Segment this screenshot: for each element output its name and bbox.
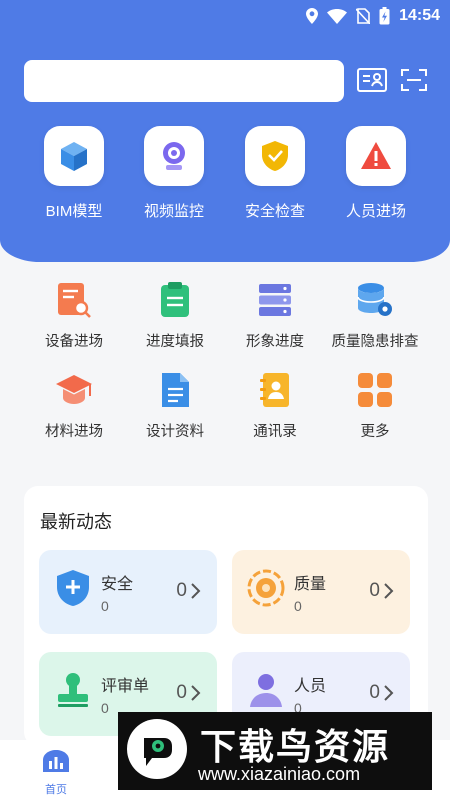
location-icon — [306, 8, 319, 24]
function-label: 设计资料 — [146, 424, 204, 440]
stat-count: 0 — [101, 598, 109, 614]
chevron-right-icon — [384, 685, 394, 701]
quick-icon-bg — [44, 126, 104, 186]
quick-actions: BIM模型 视频监控 安全检查 人员进场 — [0, 126, 450, 226]
cube-icon — [61, 142, 87, 171]
quick-action-label: BIM模型 — [45, 203, 103, 220]
status-bar: 14:54 — [0, 0, 450, 34]
function-label: 材料进场 — [45, 424, 103, 440]
search-input[interactable] — [24, 60, 344, 102]
quick-action-label: 安全检查 — [244, 203, 305, 220]
function-image-progress[interactable]: 形象进度 — [220, 280, 330, 351]
battery-charging-icon — [379, 7, 390, 25]
stat-name: 质量 — [294, 576, 327, 593]
function-label: 通讯录 — [253, 424, 297, 440]
wifi-icon — [327, 8, 348, 24]
quick-action-personnel-entry[interactable]: 人员进场 — [326, 126, 426, 221]
graduation-cap-icon — [56, 375, 92, 404]
function-design-docs[interactable]: 设计资料 — [120, 370, 230, 441]
database-gear-icon — [357, 283, 392, 316]
function-progress-report[interactable]: 进度填报 — [120, 280, 230, 351]
server-icon — [259, 284, 291, 316]
chevron-right-icon — [191, 685, 201, 701]
function-label: 设备进场 — [45, 334, 103, 350]
more-grid-icon — [358, 373, 392, 407]
id-card-icon[interactable] — [354, 62, 390, 98]
function-label: 进度填报 — [146, 334, 204, 350]
quick-icon-bg — [144, 126, 204, 186]
stat-name: 安全 — [101, 576, 134, 593]
watermark-logo-icon — [127, 719, 187, 779]
equipment-doc-icon — [58, 283, 91, 318]
watermark-banner: 下载鸟资源 www.xiazainiao.com — [118, 712, 432, 790]
function-material-entry[interactable]: 材料进场 — [19, 370, 129, 441]
scan-icon[interactable] — [396, 62, 432, 98]
shield-check-icon — [262, 141, 288, 171]
status-time: 14:54 — [399, 7, 440, 24]
no-sim-icon — [356, 8, 371, 24]
function-more[interactable]: 更多 — [320, 370, 430, 441]
tab-home-label: 首页 — [45, 784, 67, 796]
stat-number: 0 — [369, 682, 380, 703]
document-icon — [162, 373, 189, 407]
stat-card-safety[interactable]: 安全 0 0 — [39, 550, 217, 634]
function-label: 质量隐患排查 — [331, 334, 419, 350]
stat-number: 0 — [176, 682, 187, 703]
warning-icon — [361, 142, 391, 169]
news-title: 最新动态 — [40, 512, 112, 532]
target-icon — [247, 569, 285, 607]
clipboard-icon — [161, 282, 189, 317]
chevron-right-icon — [191, 583, 201, 599]
function-equipment-entry[interactable]: 设备进场 — [19, 280, 129, 351]
quick-action-video-monitor[interactable]: 视频监控 — [124, 126, 224, 221]
function-label: 更多 — [360, 424, 390, 440]
quick-action-label: 视频监控 — [143, 203, 204, 220]
stat-number: 0 — [369, 580, 380, 601]
stat-count: 0 — [294, 598, 302, 614]
stat-card-quality[interactable]: 质量 0 0 — [232, 550, 410, 634]
watermark-title: 下载鸟资源 — [200, 726, 391, 767]
webcam-icon — [163, 142, 185, 170]
function-quality-hazard-check[interactable]: 质量隐患排查 — [320, 280, 430, 351]
function-label: 形象进度 — [246, 334, 304, 350]
contacts-icon — [260, 373, 289, 407]
watermark-url: www.xiazainiao.com — [198, 764, 361, 784]
quick-icon-bg — [245, 126, 305, 186]
shield-plus-icon — [57, 570, 89, 606]
tab-home[interactable]: 首页 — [36, 748, 76, 797]
stamp-icon — [58, 673, 88, 707]
stat-count: 0 — [101, 700, 109, 716]
function-contacts[interactable]: 通讯录 — [220, 370, 330, 441]
quick-icon-bg — [346, 126, 406, 186]
quick-action-bim-model[interactable]: BIM模型 — [24, 126, 124, 221]
stat-number: 0 — [176, 580, 187, 601]
person-icon — [250, 674, 282, 707]
quick-action-safety-check[interactable]: 安全检查 — [225, 126, 325, 221]
latest-news-card: 最新动态 安全 0 0 质量 0 0 评审单 0 0 人员 0 0 — [24, 486, 428, 746]
home-chart-icon — [43, 750, 69, 772]
stat-name: 人员 — [294, 678, 327, 695]
stat-name: 评审单 — [101, 678, 150, 695]
quick-action-label: 人员进场 — [345, 203, 406, 220]
chevron-right-icon — [384, 583, 394, 599]
